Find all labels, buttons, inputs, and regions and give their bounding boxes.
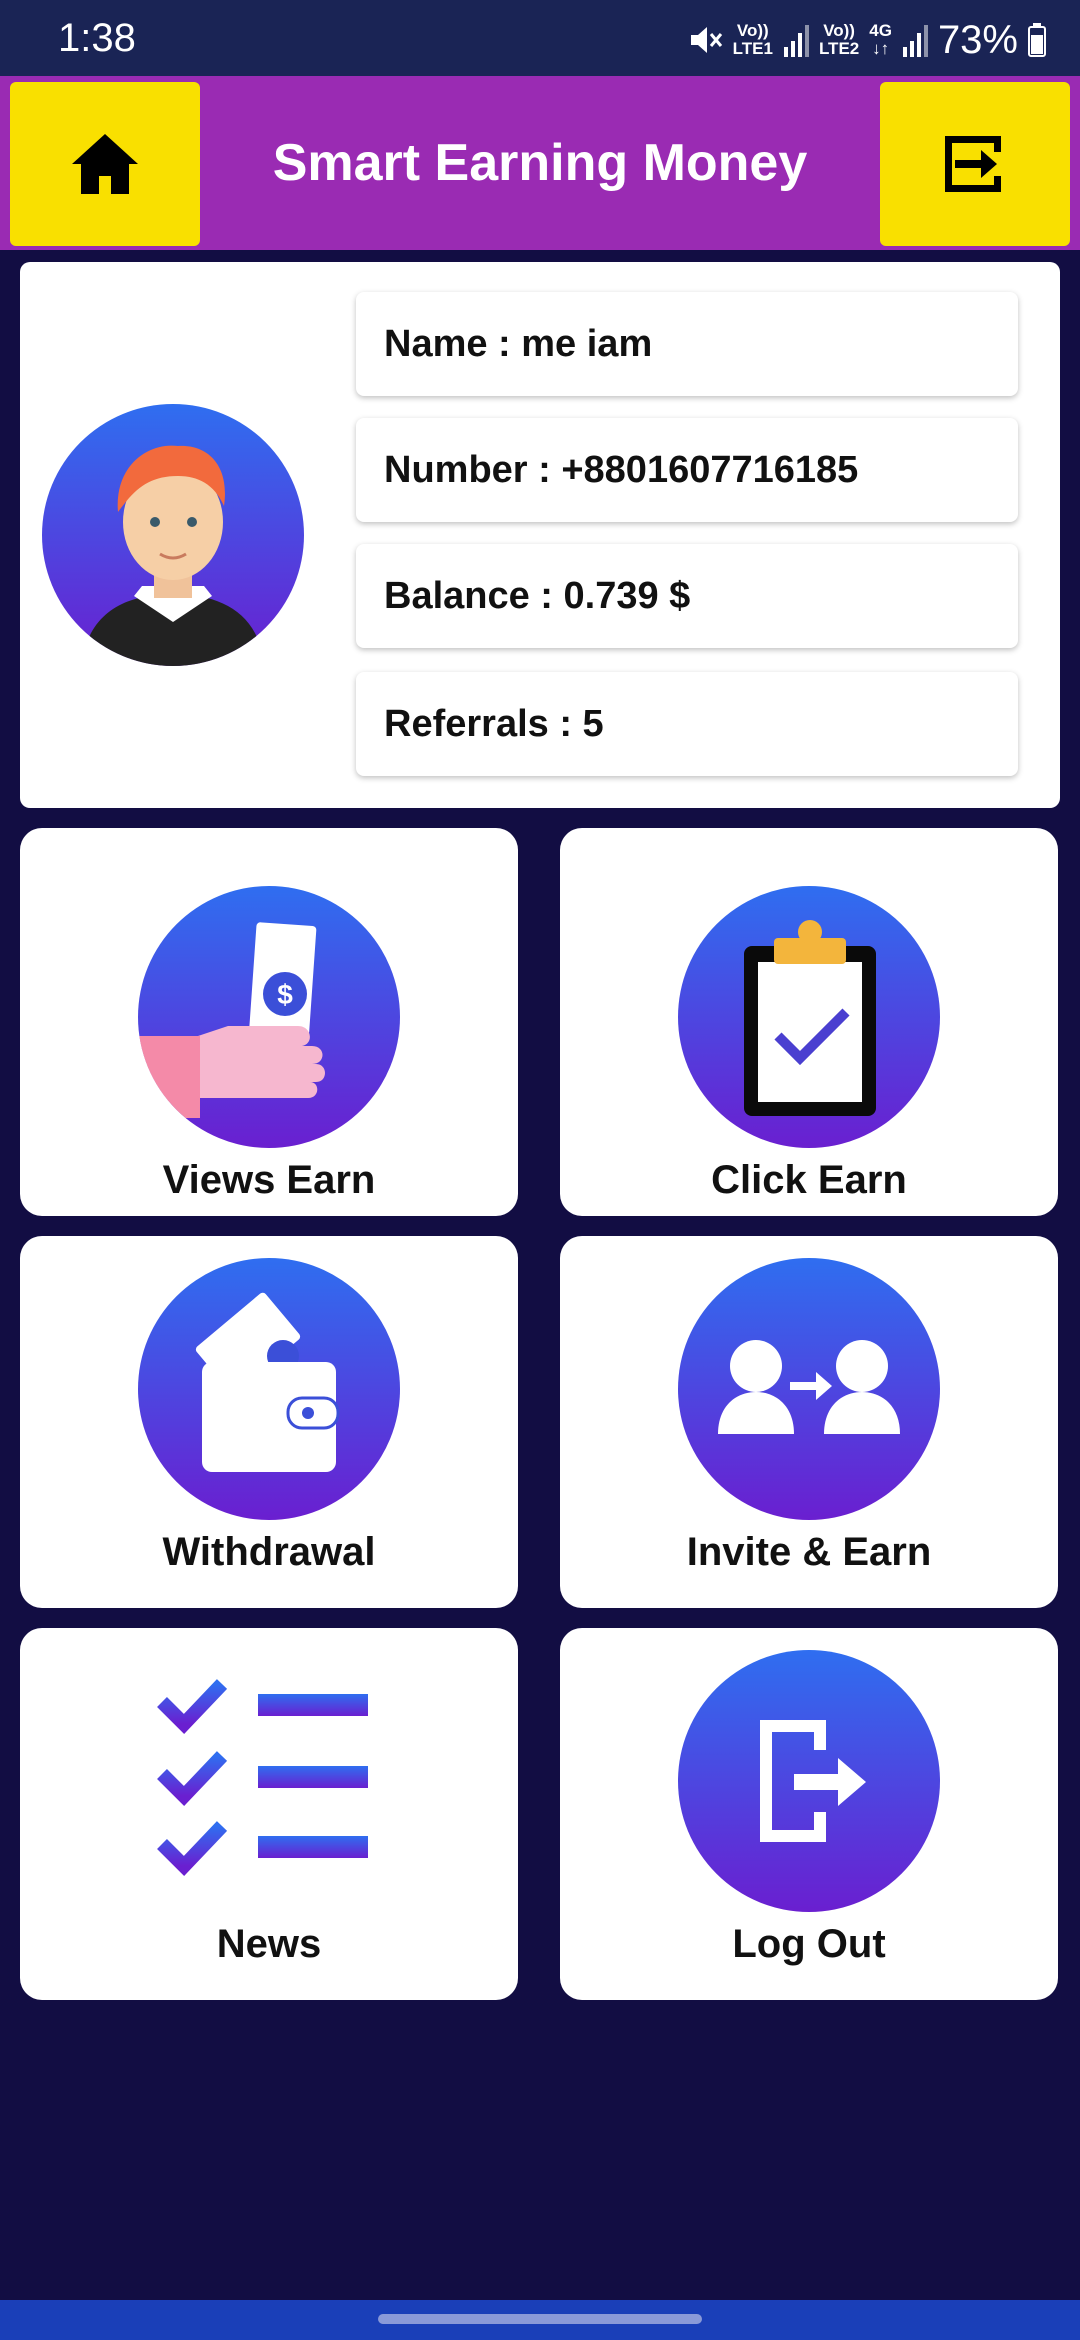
invite-earn-label: Invite & Earn — [686, 1530, 932, 1574]
home-gesture-handle[interactable] — [378, 2314, 702, 2324]
click-earn-tile[interactable]: Click Earn — [560, 828, 1058, 1216]
click-earn-icon-circle — [678, 886, 940, 1148]
name-field: Name : me iam — [356, 292, 1018, 396]
home-icon — [72, 134, 138, 194]
app-header: Smart Earning Money — [0, 76, 1080, 250]
logout-icon — [678, 1650, 940, 1912]
invite-users-icon — [678, 1258, 940, 1520]
app-title: Smart Earning Money — [272, 134, 808, 192]
net-type-label: 4G ↓↑ — [869, 21, 892, 58]
balance-field: Balance : 0.739 $ — [356, 544, 1018, 648]
sim1-label: Vo)) LTE1 — [732, 21, 773, 58]
views-earn-icon-circle: $ — [138, 886, 400, 1148]
news-label: News — [216, 1922, 322, 1966]
log-out-icon-circle — [678, 1650, 940, 1912]
wallet-icon — [138, 1258, 400, 1520]
referrals-field: Referrals : 5 — [356, 672, 1018, 776]
avatar — [42, 404, 304, 666]
exit-button[interactable] — [880, 82, 1070, 246]
withdrawal-label: Withdrawal — [162, 1530, 376, 1574]
user-avatar-icon — [42, 404, 304, 666]
profile-card: Name : me iam Number : +8801607716185 Ba… — [20, 262, 1060, 808]
views-earn-tile[interactable]: $ Views Earn — [20, 828, 518, 1216]
signal-icon — [783, 25, 809, 57]
status-icons: Vo)) LTE1 Vo)) LTE2 4G ↓↑ 73% — [687, 16, 1046, 64]
clipboard-check-icon — [678, 886, 940, 1148]
log-out-label: Log Out — [732, 1922, 886, 1966]
battery-icon — [1028, 23, 1046, 57]
mute-icon — [690, 27, 722, 53]
svg-text:$: $ — [277, 979, 293, 1010]
checklist-icon — [157, 1679, 368, 1877]
invite-earn-tile[interactable]: Invite & Earn — [560, 1236, 1058, 1608]
home-button[interactable] — [10, 82, 200, 246]
battery-percentage: 73% — [937, 17, 1018, 62]
number-field: Number : +8801607716185 — [356, 418, 1018, 522]
news-icon-box — [138, 1650, 400, 1912]
system-nav-bar — [0, 2300, 1080, 2340]
invite-earn-icon-circle — [678, 1258, 940, 1520]
status-bar: 1:38 Vo)) LTE1 Vo)) LTE2 4G ↓↑ 73% — [0, 0, 1080, 76]
sim2-label: Vo)) LTE2 — [818, 21, 860, 58]
exit-icon — [945, 136, 1001, 192]
news-tile[interactable]: News — [20, 1628, 518, 2000]
cash-hand-icon: $ — [138, 886, 400, 1148]
withdrawal-icon-circle — [138, 1258, 400, 1520]
views-earn-label: Views Earn — [162, 1158, 376, 1202]
status-time: 1:38 — [58, 16, 136, 60]
log-out-tile[interactable]: Log Out — [560, 1628, 1058, 2000]
click-earn-label: Click Earn — [711, 1158, 907, 1202]
signal-icon — [902, 25, 928, 57]
withdrawal-tile[interactable]: Withdrawal — [20, 1236, 518, 1608]
